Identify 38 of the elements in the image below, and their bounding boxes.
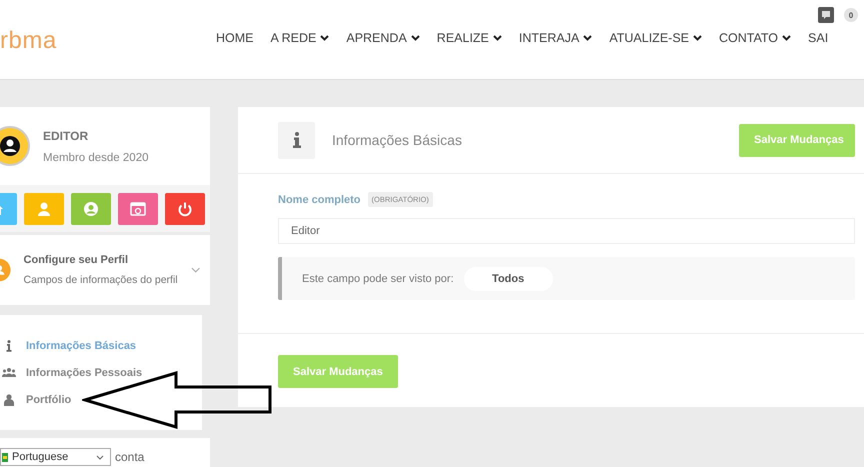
language-select[interactable]: Portuguese <box>0 448 111 466</box>
visibility-label: Este campo pode ser visto por: <box>302 272 454 284</box>
chevron-down-icon <box>96 454 104 460</box>
nav-link[interactable]: REALIZE <box>436 31 502 45</box>
nav-link[interactable]: INTERAJA <box>518 31 592 45</box>
nav-link[interactable]: SAI <box>808 31 828 45</box>
setup-subtitle: Campos de informações do perfil <box>24 274 178 286</box>
power-button[interactable] <box>165 192 205 224</box>
user-button[interactable] <box>24 192 64 224</box>
nav-link[interactable]: CONTATO <box>719 31 792 45</box>
account-link[interactable]: conta <box>115 450 144 464</box>
name-input[interactable]: Editor <box>278 218 855 244</box>
member-since: Membro desde 2020 <box>43 152 148 164</box>
setup-title: Configure seu Perfil <box>24 254 130 266</box>
calendar-button[interactable] <box>118 192 158 224</box>
field-label: Nome completo <box>278 194 361 206</box>
users-icon <box>2 366 16 378</box>
chevron-down-icon <box>190 267 200 273</box>
visibility-select[interactable]: Todos <box>464 266 553 290</box>
power-icon <box>177 200 193 216</box>
profile-name: EDITOR <box>43 128 90 142</box>
calendar-icon <box>130 200 146 216</box>
account-button[interactable] <box>71 192 111 224</box>
notification-count: 0 <box>844 8 858 22</box>
user-icon <box>36 200 52 216</box>
panel-title: Informações Básicas <box>332 132 463 148</box>
nav-link[interactable]: A REDE <box>270 31 330 45</box>
info-icon <box>278 122 315 158</box>
nav-link[interactable]: HOME <box>216 31 254 45</box>
nav-link[interactable]: APRENDA <box>346 31 420 45</box>
menu-item[interactable]: Informações Pessoais <box>0 366 202 378</box>
user-circle-icon <box>83 200 99 216</box>
nav-link[interactable]: ATUALIZE-SE <box>609 31 702 45</box>
setup-card[interactable]: Configure seu Perfil Campos de informações do perfil <box>0 235 210 305</box>
flag-icon <box>2 452 8 462</box>
chat-icon[interactable] <box>818 7 834 23</box>
menu-item[interactable]: Portfólio <box>0 394 202 406</box>
user-icon <box>2 394 16 406</box>
